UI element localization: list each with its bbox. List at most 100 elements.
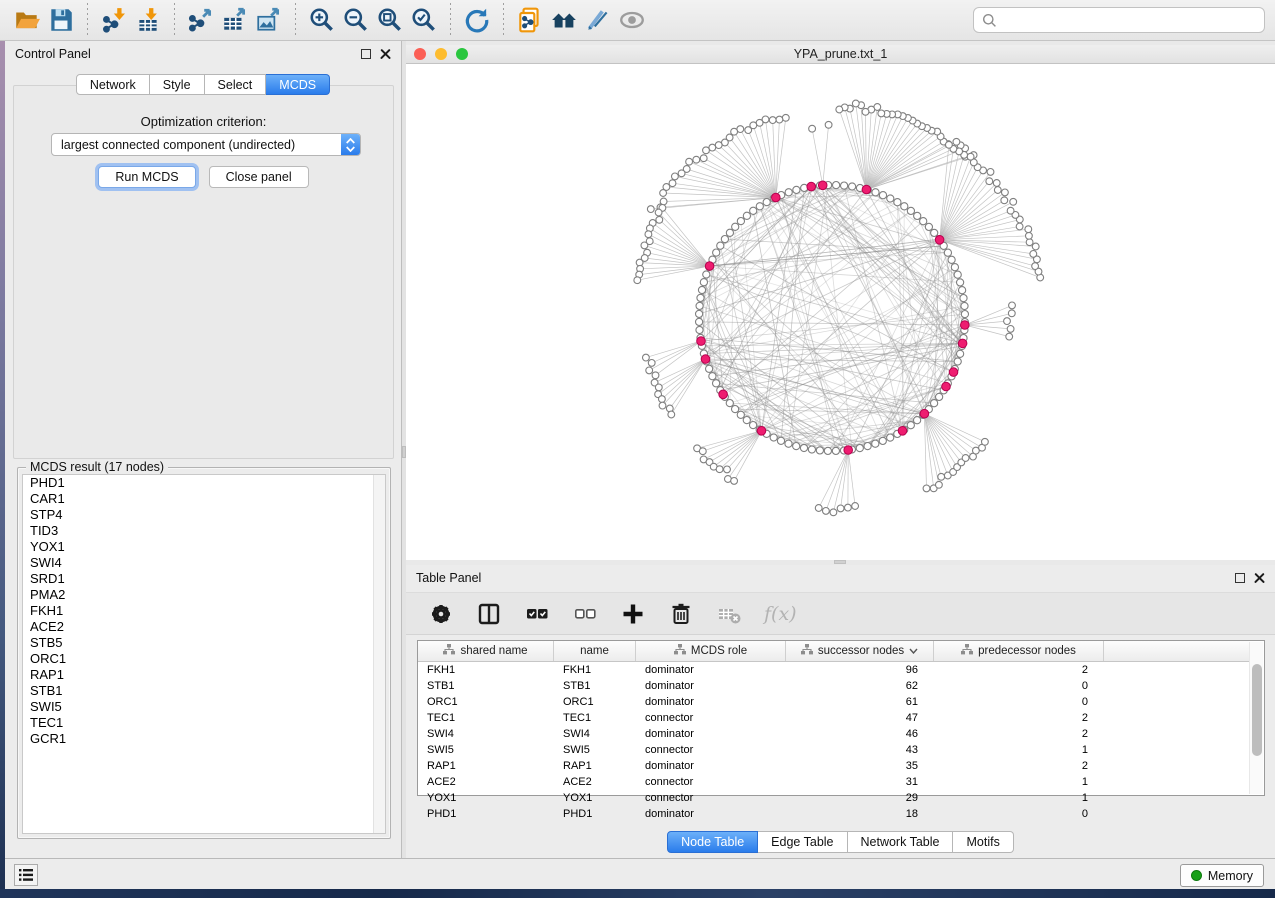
leaf-edge[interactable]	[714, 431, 762, 467]
cell-predecessor-nodes[interactable]: 2	[934, 710, 1104, 726]
network-edge[interactable]	[725, 239, 948, 253]
close-panel-icon[interactable]	[1254, 573, 1265, 584]
cell-shared-name[interactable]: RAP1	[418, 758, 554, 774]
leaf-node[interactable]	[1030, 251, 1037, 258]
mcds-result-item[interactable]: STP4	[23, 507, 385, 523]
leaf-node[interactable]	[936, 481, 943, 488]
ring-node[interactable]	[951, 264, 958, 271]
leaf-node[interactable]	[641, 242, 648, 249]
mcds-hub-node[interactable]	[862, 185, 871, 194]
export-network-icon[interactable]	[184, 3, 218, 37]
leaf-edge[interactable]	[940, 183, 997, 240]
leaf-edge[interactable]	[812, 129, 823, 186]
leaf-edge[interactable]	[640, 263, 710, 266]
cell-successor-nodes[interactable]: 43	[786, 742, 934, 758]
mcds-hub-node[interactable]	[949, 368, 958, 377]
leaf-node[interactable]	[668, 411, 675, 418]
leaf-node[interactable]	[659, 402, 666, 409]
leaf-edge[interactable]	[940, 192, 1005, 239]
leaf-node[interactable]	[836, 106, 843, 113]
mcds-result-item[interactable]: SRD1	[23, 571, 385, 587]
mcds-result-item[interactable]: GCR1	[23, 731, 385, 747]
leaf-node[interactable]	[643, 354, 650, 361]
leaf-edge[interactable]	[671, 359, 705, 414]
save-session-icon[interactable]	[44, 3, 78, 37]
cell-successor-nodes[interactable]: 46	[786, 726, 934, 742]
ring-node[interactable]	[901, 203, 908, 210]
cell-successor-nodes[interactable]: 35	[786, 758, 934, 774]
run-mcds-button[interactable]: Run MCDS	[98, 166, 195, 188]
ring-node[interactable]	[959, 287, 966, 294]
leaf-node[interactable]	[815, 505, 822, 512]
ring-node[interactable]	[872, 189, 879, 196]
zoom-fit-icon[interactable]	[373, 3, 407, 37]
cell-name[interactable]: ACE2	[554, 774, 636, 790]
tab-mcds[interactable]: MCDS	[266, 74, 330, 95]
leaf-edge[interactable]	[924, 414, 961, 463]
leaf-node[interactable]	[782, 114, 789, 121]
table-row[interactable]: PHD1PHD1dominator180	[418, 806, 1250, 822]
table-row[interactable]: ORC1ORC1dominator610	[418, 694, 1250, 710]
column-header-name[interactable]: name	[554, 641, 636, 661]
table-row[interactable]: STB1STB1dominator620	[418, 678, 1250, 694]
leaf-node[interactable]	[1010, 198, 1017, 205]
leaf-edge[interactable]	[658, 359, 705, 394]
leaf-node[interactable]	[659, 396, 666, 403]
ring-node[interactable]	[698, 286, 705, 293]
ring-node[interactable]	[907, 207, 914, 214]
leaf-node[interactable]	[982, 438, 989, 445]
column-header-MCDS-role[interactable]: MCDS role	[636, 641, 786, 661]
ring-node[interactable]	[697, 294, 704, 301]
leaf-node[interactable]	[1007, 326, 1014, 333]
leaf-node[interactable]	[809, 125, 816, 132]
hide-panels-icon[interactable]	[615, 3, 649, 37]
leaf-node[interactable]	[823, 508, 830, 515]
ring-node[interactable]	[763, 199, 770, 206]
ring-node[interactable]	[887, 434, 894, 441]
cell-MCDS-role[interactable]: connector	[636, 790, 786, 806]
table-scrollbar[interactable]	[1249, 642, 1263, 794]
mcds-hub-node[interactable]	[705, 262, 714, 271]
ring-node[interactable]	[914, 212, 921, 219]
mcds-hub-node[interactable]	[818, 181, 827, 190]
ring-node[interactable]	[841, 182, 848, 189]
mcds-hub-node[interactable]	[701, 355, 710, 364]
leaf-node[interactable]	[1009, 302, 1016, 309]
tab-motifs[interactable]: Motifs	[953, 831, 1013, 853]
cell-successor-nodes[interactable]: 61	[786, 694, 934, 710]
ring-node[interactable]	[777, 437, 784, 444]
zoom-selected-icon[interactable]	[407, 3, 441, 37]
leaf-edge[interactable]	[734, 431, 761, 481]
leaf-node[interactable]	[715, 142, 722, 149]
leaf-edge[interactable]	[664, 198, 776, 202]
deselect-all-icon[interactable]	[572, 601, 598, 627]
leaf-edge[interactable]	[689, 162, 776, 198]
cell-shared-name[interactable]: STB1	[418, 678, 554, 694]
ring-node[interactable]	[721, 236, 728, 243]
ring-node[interactable]	[726, 229, 733, 236]
splitter-grip[interactable]	[834, 560, 846, 564]
leaf-node[interactable]	[923, 485, 930, 492]
mcds-hub-node[interactable]	[844, 446, 853, 455]
mcds-result-item[interactable]: SWI5	[23, 699, 385, 715]
ring-node[interactable]	[920, 218, 927, 225]
mcds-hub-node[interactable]	[920, 409, 929, 418]
mcds-result-list[interactable]: PHD1CAR1STP4TID3YOX1SWI4SRD1PMA2FKH1ACE2…	[22, 474, 386, 834]
table-row[interactable]: RAP1RAP1dominator352	[418, 758, 1250, 774]
leaf-edge[interactable]	[924, 414, 957, 467]
ring-node[interactable]	[879, 192, 886, 199]
ring-node[interactable]	[732, 223, 739, 230]
search-box[interactable]	[973, 7, 1265, 33]
leaf-edge[interactable]	[833, 450, 848, 512]
cell-predecessor-nodes[interactable]: 2	[934, 662, 1104, 678]
cell-successor-nodes[interactable]: 18	[786, 806, 934, 822]
leaf-node[interactable]	[962, 455, 969, 462]
ring-node[interactable]	[824, 447, 831, 454]
leaf-node[interactable]	[660, 190, 667, 197]
table-row[interactable]: TEC1TEC1connector472	[418, 710, 1250, 726]
ring-node[interactable]	[785, 189, 792, 196]
network-graph[interactable]	[406, 64, 1275, 560]
leaf-node[interactable]	[987, 169, 994, 176]
cell-shared-name[interactable]: ORC1	[418, 694, 554, 710]
ring-node[interactable]	[726, 400, 733, 407]
